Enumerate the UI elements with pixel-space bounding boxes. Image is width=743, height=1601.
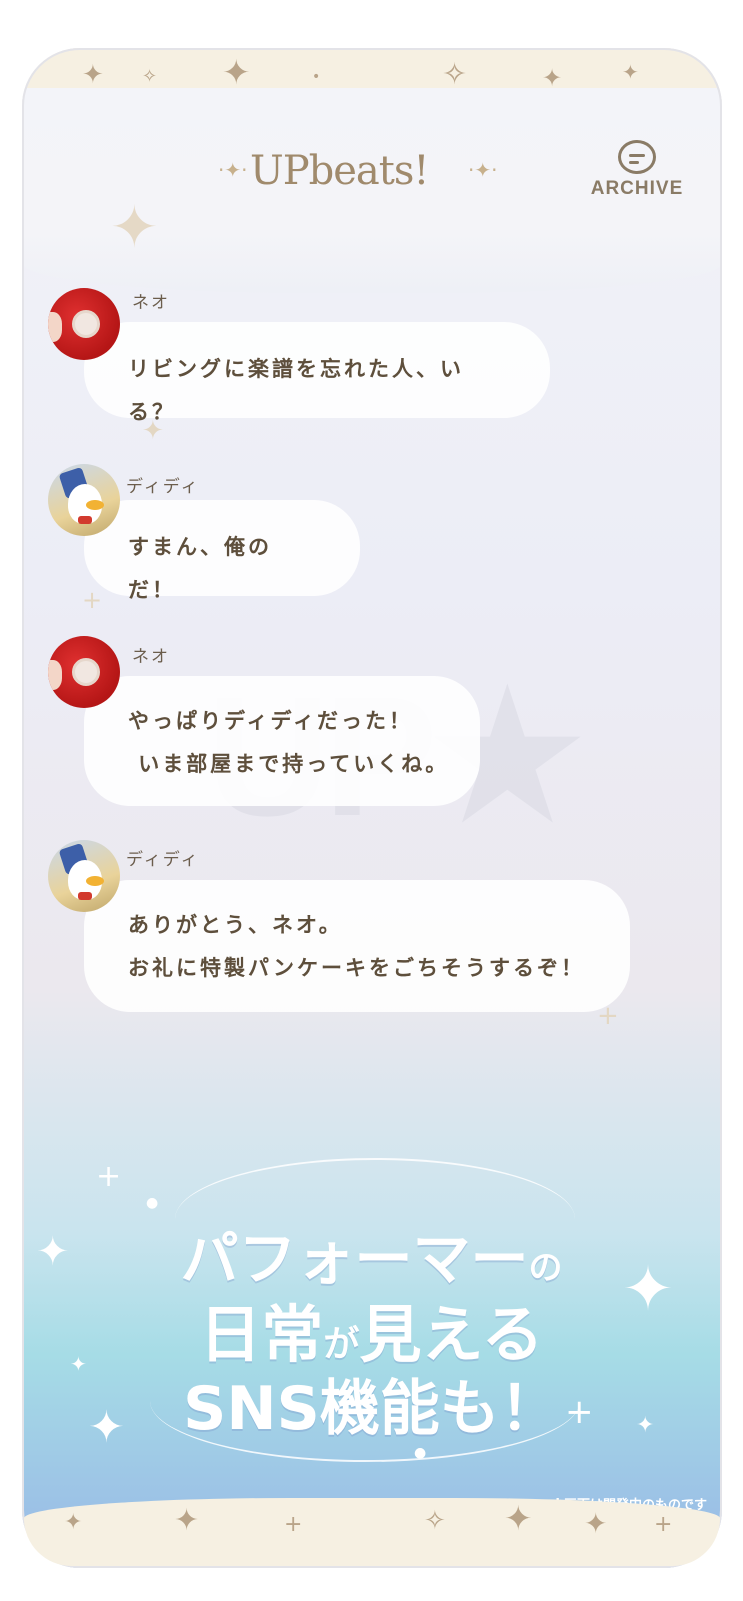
sparkle-icon: ✦ (70, 1352, 87, 1376)
sparkle-icon: ✦ (110, 193, 159, 261)
archive-button[interactable]: ARCHIVE (582, 140, 692, 200)
sparkle-icon: ✦ (504, 1499, 533, 1539)
avatar-button-detail (72, 310, 100, 338)
avatar-hand (48, 660, 62, 690)
avatar-bow (78, 892, 92, 900)
message-bubble: やっぱりディディだった！ いま部屋まで持っていくね。 (84, 676, 480, 806)
sparkle-icon: ✦ (622, 1252, 674, 1325)
sparkle-icon: • (312, 69, 321, 85)
sparkle-icon: ● (414, 1445, 427, 1461)
message-bubble: リビングに楽譜を忘れた人、いる？ (84, 322, 550, 424)
sparkle-icon: ✦ (88, 1402, 125, 1453)
sparkle-icon: ✦ (584, 1507, 608, 1540)
app-logo: UPbeats! (250, 148, 429, 194)
sparkle-icon: + (96, 1159, 122, 1194)
avatar-button-detail (72, 658, 100, 686)
sparkle-icon: + (284, 1512, 303, 1537)
avatar-hand (48, 312, 62, 342)
sparkle-icon: + (654, 1512, 673, 1537)
promo-text: パフォーマー (180, 1225, 529, 1293)
sparkle-icon: ● (146, 1195, 159, 1211)
sparkle-icon: ✦ (622, 60, 639, 84)
message-text: すまん、俺のだ！ (128, 535, 272, 602)
sparkle-icon: ✦ (636, 1413, 655, 1438)
sender-name: ディディ (126, 477, 200, 497)
sender-name: ネオ (132, 647, 170, 667)
chat-bubble-icon (618, 140, 656, 174)
sparkle-icon: ✦ (222, 53, 251, 93)
sender-name: ディディ (126, 850, 200, 870)
message-text: ありがとう、ネオ。 (128, 913, 343, 937)
didi-avatar[interactable] (48, 840, 120, 912)
sender-name: ネオ (132, 293, 170, 313)
sparkle-icon: ✦ (542, 64, 563, 92)
promo-text: の (528, 1248, 563, 1288)
didi-avatar[interactable] (48, 464, 120, 536)
avatar-bow (78, 516, 92, 524)
sparkle-icon: ✦ (174, 1503, 200, 1538)
neo-avatar[interactable] (48, 288, 120, 360)
bottom-decor-band: ✦ ✦ + ✧ ✦ ✦ + (24, 1498, 720, 1566)
sparkle-icon: ✧ (142, 66, 158, 87)
promo-text: が (323, 1324, 360, 1365)
message-text: いま部屋まで持っていくね。 (128, 752, 450, 776)
sparkle-icon: ✧ (424, 1506, 446, 1536)
sparkle-icon: ✦ (64, 1510, 83, 1535)
sparkle-icon: ✧ (442, 57, 468, 92)
avatar-beak (86, 876, 104, 886)
message-bubble: ありがとう、ネオ。 お礼に特製パンケーキをごちそうするぞ！ (84, 880, 630, 1012)
message-text: お礼に特製パンケーキをごちそうするぞ！ (128, 956, 586, 980)
neo-avatar[interactable] (48, 636, 120, 708)
avatar-beak (86, 500, 104, 510)
archive-label: ARCHIVE (590, 178, 684, 199)
message-bubble: すまん、俺のだ！ (84, 500, 360, 602)
sparkle-icon: ·✦· (218, 158, 248, 182)
sparkle-icon: ✦ (82, 60, 104, 90)
sparkle-icon: + (82, 586, 103, 614)
sparkle-icon: + (565, 1392, 594, 1432)
message-text: やっぱりディディだった！ (128, 709, 414, 733)
sparkle-icon: ✦ (36, 1229, 70, 1275)
message-text: リビングに楽譜を忘れた人、いる？ (128, 357, 464, 424)
sparkle-icon: ·✦· (468, 158, 498, 182)
